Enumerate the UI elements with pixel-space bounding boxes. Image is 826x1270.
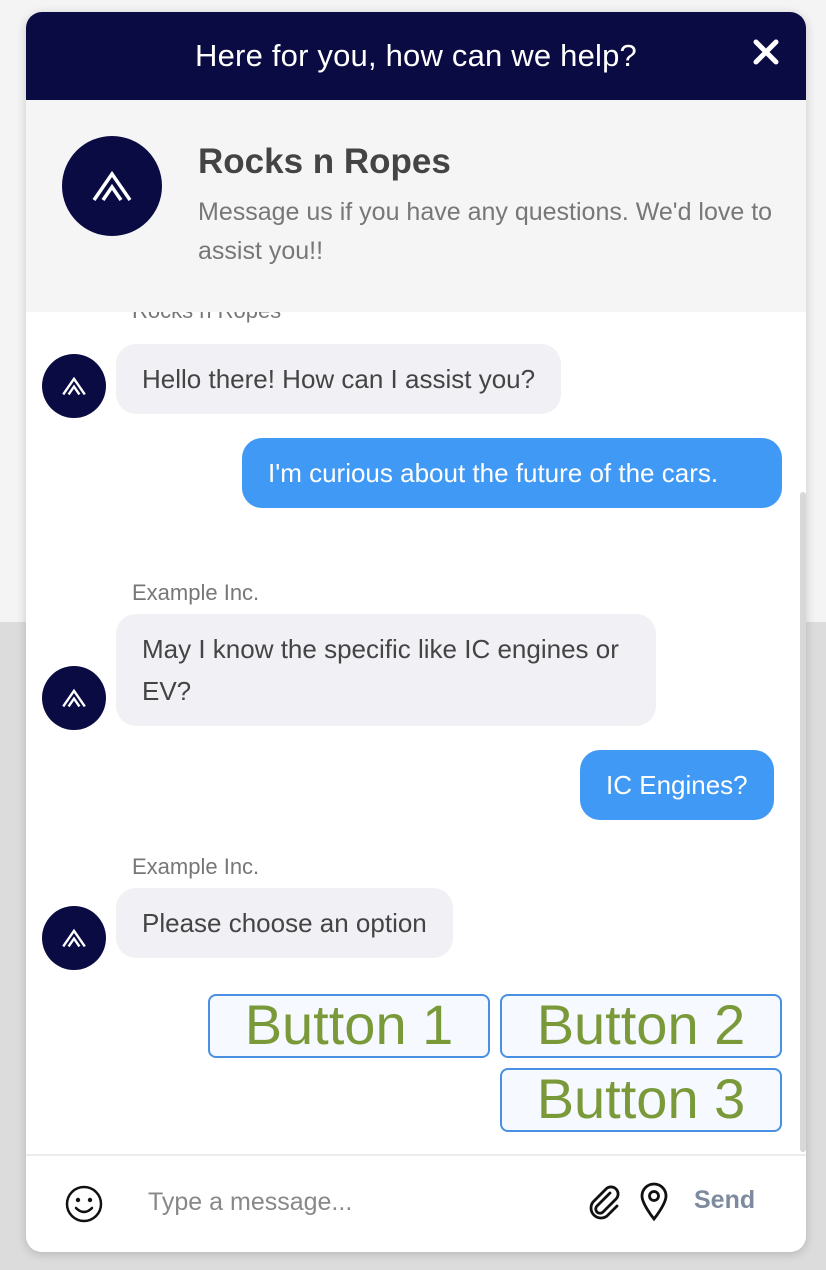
logo-icon: [92, 170, 132, 201]
logo-icon: [62, 688, 86, 708]
message-composer: Send: [26, 1154, 806, 1252]
agent-avatar: [42, 906, 106, 970]
location-pin-icon[interactable]: [638, 1182, 670, 1222]
option-button-2[interactable]: Button 2: [500, 994, 782, 1058]
logo-icon: [62, 928, 86, 948]
business-description: Message us if you have any questions. We…: [198, 198, 773, 265]
scrollbar[interactable]: [800, 492, 806, 1152]
option-button-3[interactable]: Button 3: [500, 1068, 782, 1132]
agent-avatar: [42, 354, 106, 418]
option-button-1[interactable]: Button 1: [208, 994, 490, 1058]
agent-avatar: [42, 666, 106, 730]
close-icon[interactable]: [750, 36, 782, 68]
emoji-icon[interactable]: [64, 1184, 104, 1224]
paperclip-icon[interactable]: [586, 1184, 622, 1220]
chat-widget: Here for you, how can we help? Rocks n R…: [26, 12, 806, 1252]
business-profile: Rocks n Ropes Message us if you have any…: [26, 100, 806, 312]
header-title: Here for you, how can we help?: [195, 38, 637, 73]
agent-message: May I know the specific like IC engines …: [116, 614, 656, 726]
message-list[interactable]: Rocks n Ropes Hello there! How can I ass…: [26, 312, 806, 1154]
user-message: I'm curious about the future of the cars…: [242, 438, 782, 508]
chat-header: Here for you, how can we help?: [26, 12, 806, 100]
message-input[interactable]: [148, 1180, 578, 1224]
send-button[interactable]: Send: [694, 1186, 755, 1215]
business-name: Rocks n Ropes: [198, 142, 451, 181]
sender-label: Example Inc.: [132, 854, 260, 879]
user-message: IC Engines?: [580, 750, 774, 820]
sender-label: Example Inc.: [132, 580, 260, 605]
agent-message: Please choose an option: [116, 888, 453, 958]
logo-icon: [62, 376, 86, 396]
agent-message: Hello there! How can I assist you?: [116, 344, 562, 414]
sender-label: Rocks n Ropes: [132, 312, 281, 324]
business-avatar: [62, 136, 162, 236]
